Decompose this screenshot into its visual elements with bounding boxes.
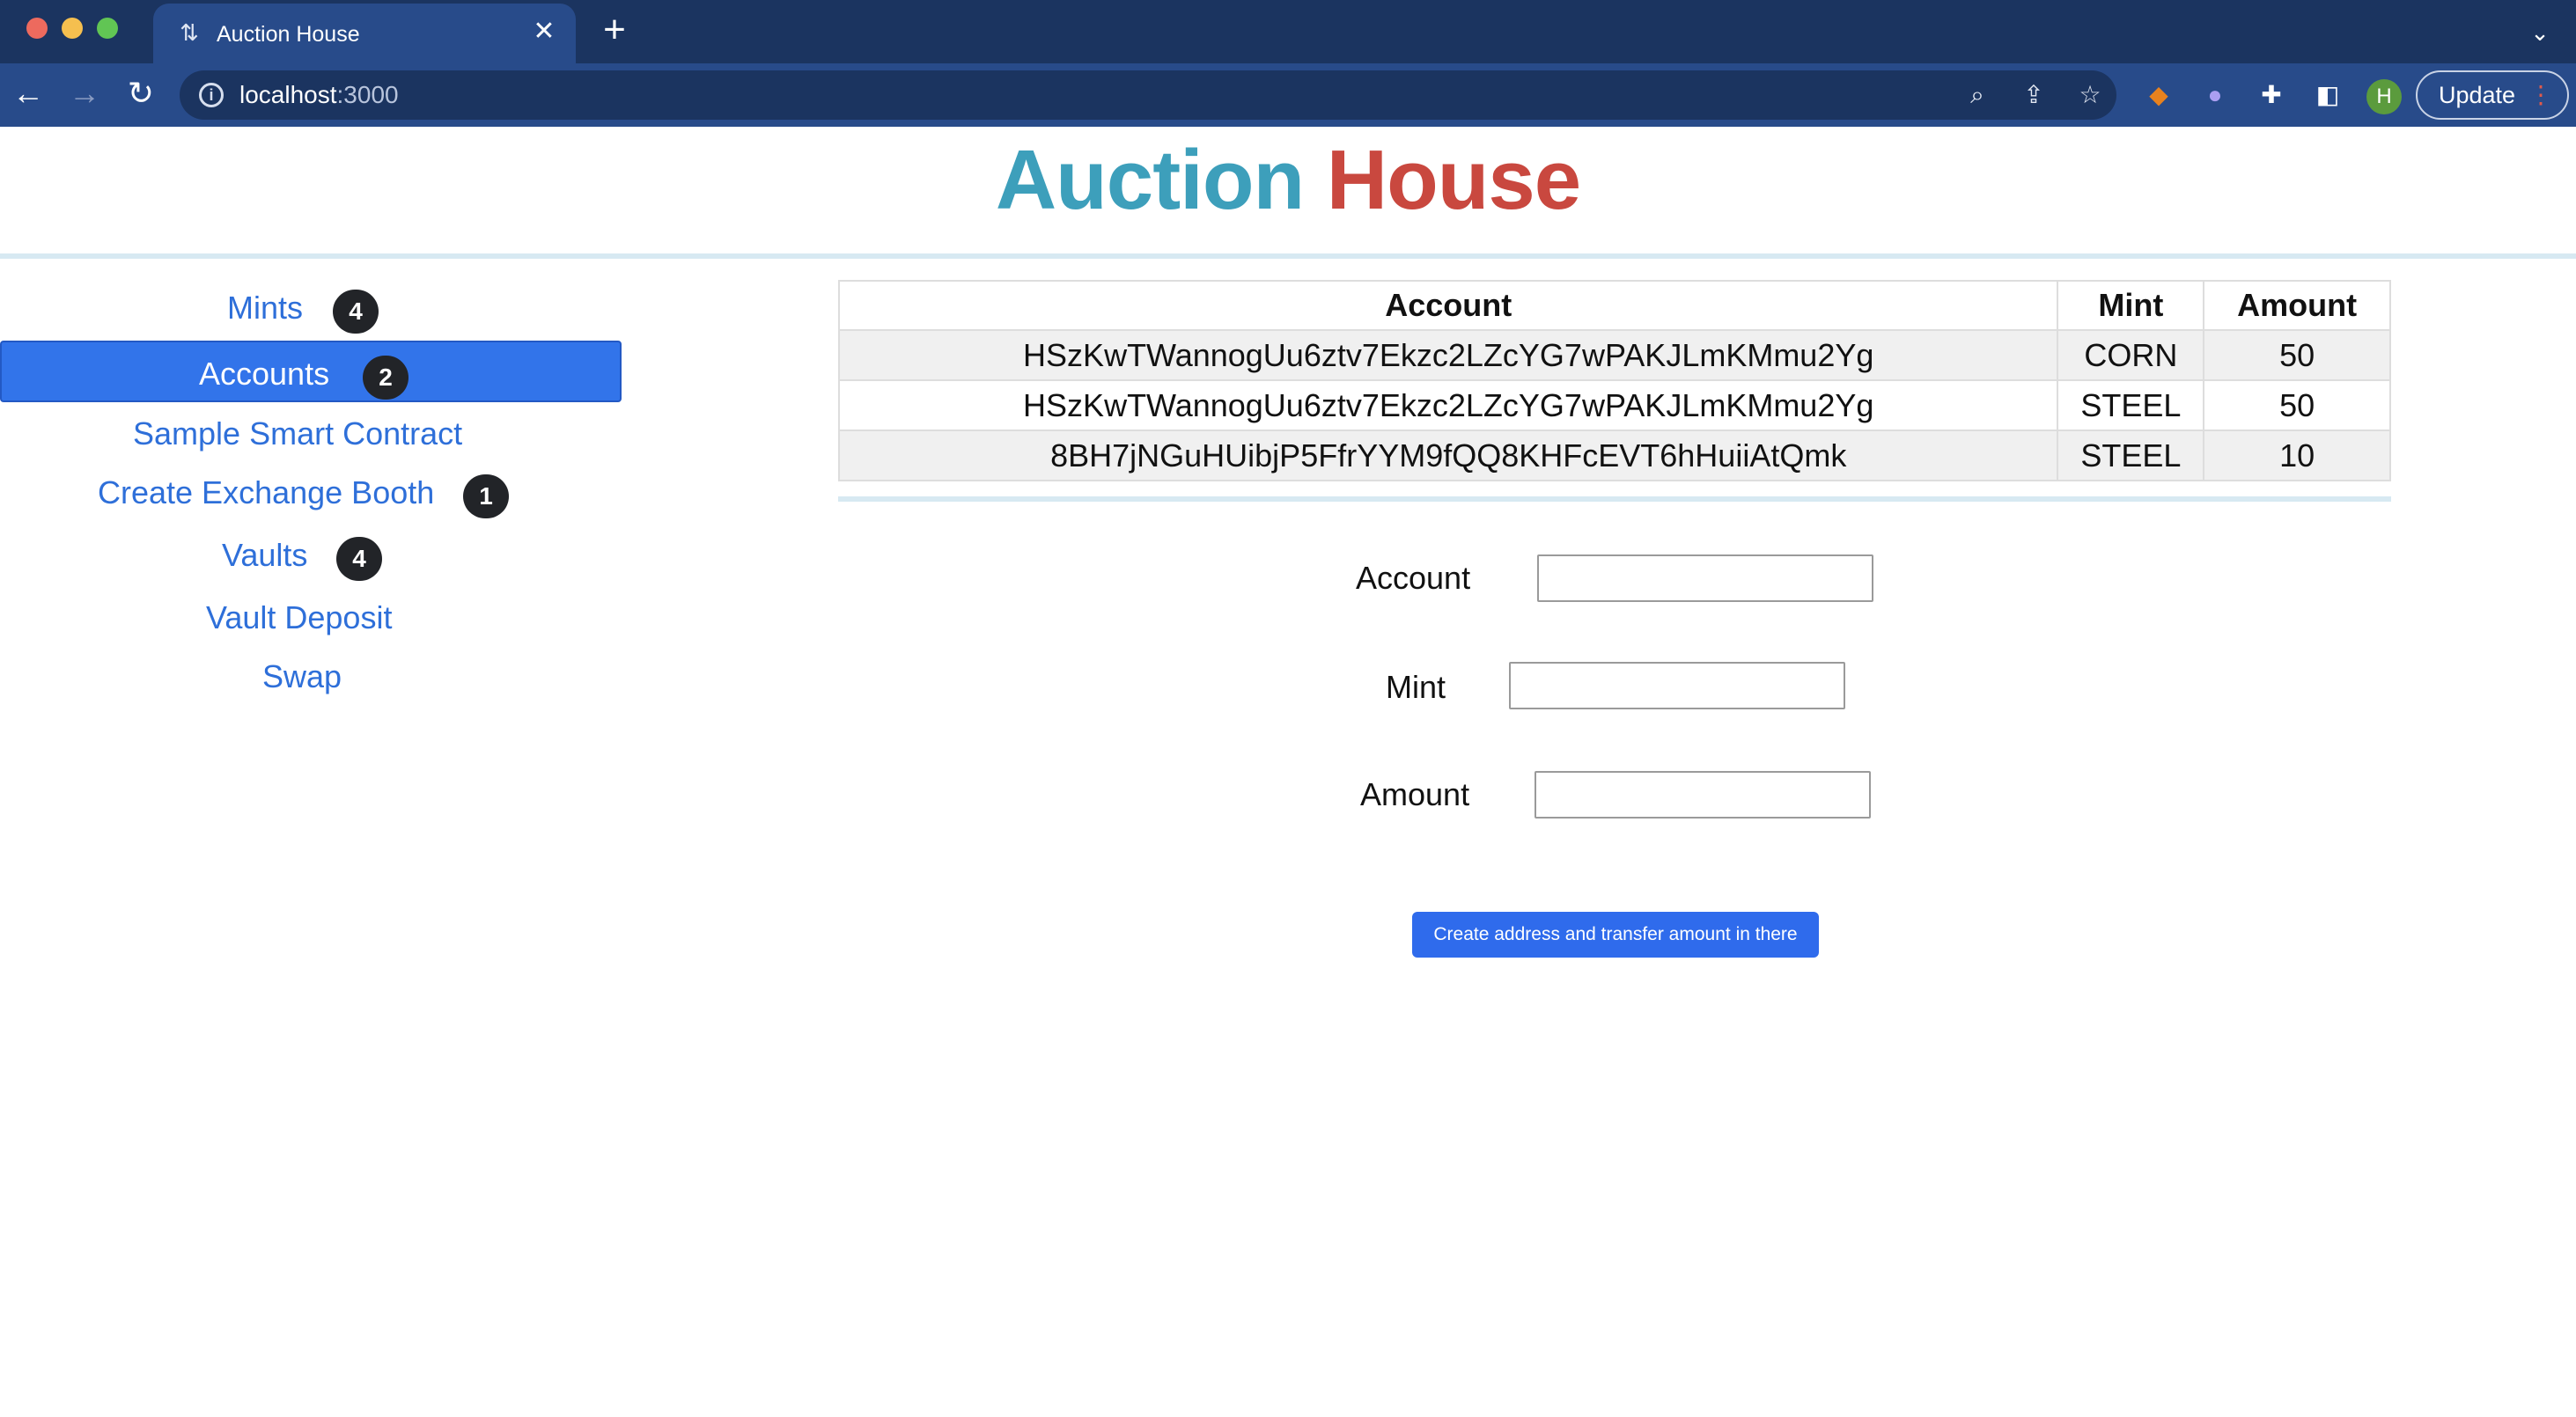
amount-field-label: Amount: [1360, 776, 1470, 812]
sidebar-item-sample-smart-contract[interactable]: Sample Smart Contract: [0, 400, 622, 462]
count-badge: 4: [336, 537, 382, 581]
table-row: HSzKwTWannogUu6ztv7Ekzc2LZcYG7wPAKJLmKMm…: [837, 379, 2391, 431]
page-title: Auction House: [0, 132, 2576, 229]
table-header-row: Account Mint Amount: [837, 280, 2391, 331]
address-bar[interactable]: i localhost:3000 ⌕ ⇪ ☆: [180, 70, 2116, 120]
column-header-amount: Amount: [2203, 280, 2391, 331]
table-row: HSzKwTWannogUu6ztv7Ekzc2LZcYG7wPAKJLmKMm…: [837, 329, 2391, 381]
account-cell: HSzKwTWannogUu6ztv7Ekzc2LZcYG7wPAKJLmKMm…: [837, 329, 2059, 381]
share-icon[interactable]: ⇪: [2020, 81, 2048, 109]
account-cell: 8BH7jNGuHUibjP5FfrYYM9fQQ8KHFcEVT6hHuiiA…: [837, 430, 2059, 481]
table-row: 8BH7jNGuHUibjP5FfrYYM9fQQ8KHFcEVT6hHuiiA…: [837, 430, 2391, 481]
column-header-account: Account: [837, 280, 2059, 331]
sidebar-item-swap[interactable]: Swap: [0, 643, 622, 705]
site-info-icon[interactable]: i: [199, 83, 224, 107]
sidebar-item-vaults[interactable]: Vaults 4: [0, 522, 622, 584]
tab-title: Auction House: [217, 22, 360, 47]
update-button[interactable]: Update ⋮: [2416, 70, 2569, 120]
profile-avatar[interactable]: H: [2366, 79, 2402, 114]
update-button-label: Update: [2439, 82, 2516, 108]
column-header-mint: Mint: [2057, 280, 2205, 331]
side-panel-icon[interactable]: ◧: [2312, 79, 2344, 111]
count-badge: 4: [333, 290, 379, 334]
sidebar-item-label: Vaults: [222, 537, 308, 573]
page-title-word-1: Auction: [995, 133, 1305, 227]
mint-field-label: Mint: [1386, 669, 1446, 705]
amount-cell: 50: [2203, 379, 2391, 431]
close-window-button[interactable]: [26, 18, 48, 39]
forward-arrow-icon[interactable]: →: [67, 76, 102, 111]
sidebar-item-label: Swap: [262, 658, 342, 694]
tab-strip: ⇅ Auction House ✕ + ⌄: [0, 0, 2576, 63]
extensions-puzzle-icon[interactable]: ✚: [2256, 79, 2287, 111]
kebab-menu-icon[interactable]: ⋮: [2528, 72, 2553, 118]
browser-chrome: ⇅ Auction House ✕ + ⌄ ← → ↻ i localhost:…: [0, 0, 2576, 127]
zoom-icon[interactable]: ⌕: [1963, 81, 1991, 109]
sidebar-item-label: Accounts: [199, 356, 330, 392]
sidebar-item-create-exchange-booth[interactable]: Create Exchange Booth 1: [0, 459, 622, 521]
table-divider: [838, 496, 2391, 502]
count-badge: 1: [463, 474, 509, 518]
sidebar-item-label: Vault Deposit: [206, 599, 393, 635]
mint-cell: STEEL: [2057, 430, 2205, 481]
tab-search-chevron-icon[interactable]: ⌄: [2527, 19, 2553, 46]
account-input[interactable]: [1537, 554, 1873, 602]
mint-cell: CORN: [2057, 329, 2205, 381]
header-divider: [0, 253, 2576, 259]
mint-cell: STEEL: [2057, 379, 2205, 431]
create-and-transfer-button[interactable]: Create address and transfer amount in th…: [1412, 912, 1819, 958]
minimize-window-button[interactable]: [62, 18, 83, 39]
sidebar-item-label: Mints: [227, 290, 304, 326]
url-host: localhost: [239, 81, 337, 108]
account-field-label: Account: [1356, 560, 1471, 596]
back-arrow-icon[interactable]: ←: [11, 76, 46, 111]
favicon-icon: ⇅: [180, 19, 199, 46]
browser-tab[interactable]: ⇅ Auction House ✕: [153, 4, 576, 63]
mint-input[interactable]: [1509, 662, 1845, 709]
url-port: :3000: [336, 81, 399, 108]
sidebar-item-vault-deposit[interactable]: Vault Deposit: [0, 584, 622, 646]
sidebar-item-label: Sample Smart Contract: [133, 415, 463, 452]
browser-toolbar: ← → ↻ i localhost:3000 ⌕ ⇪ ☆ ◆ ● ✚ ◧ H U…: [0, 63, 2576, 127]
url-text: localhost:3000: [239, 82, 399, 108]
account-cell: HSzKwTWannogUu6ztv7Ekzc2LZcYG7wPAKJLmKMm…: [837, 379, 2059, 431]
bookmark-star-icon[interactable]: ☆: [2076, 81, 2104, 109]
accounts-table: Account Mint Amount HSzKwTWannogUu6ztv7E…: [837, 280, 2391, 481]
accounts-table-container: Account Mint Amount HSzKwTWannogUu6ztv7E…: [837, 280, 2391, 481]
phantom-extension-icon[interactable]: ●: [2199, 79, 2231, 111]
new-tab-icon[interactable]: +: [599, 11, 630, 49]
count-badge: 2: [363, 356, 408, 400]
sidebar-item-accounts[interactable]: Accounts 2: [0, 341, 622, 402]
amount-input[interactable]: [1535, 771, 1871, 819]
amount-cell: 50: [2203, 329, 2391, 381]
page-title-word-2: House: [1326, 133, 1581, 227]
amount-cell: 10: [2203, 430, 2391, 481]
sidebar-item-label: Create Exchange Booth: [98, 474, 435, 510]
close-tab-icon[interactable]: ✕: [530, 18, 558, 46]
reload-icon[interactable]: ↻: [123, 76, 158, 111]
metamask-extension-icon[interactable]: ◆: [2143, 79, 2175, 111]
sidebar-item-mints[interactable]: Mints 4: [0, 275, 622, 336]
maximize-window-button[interactable]: [97, 18, 118, 39]
